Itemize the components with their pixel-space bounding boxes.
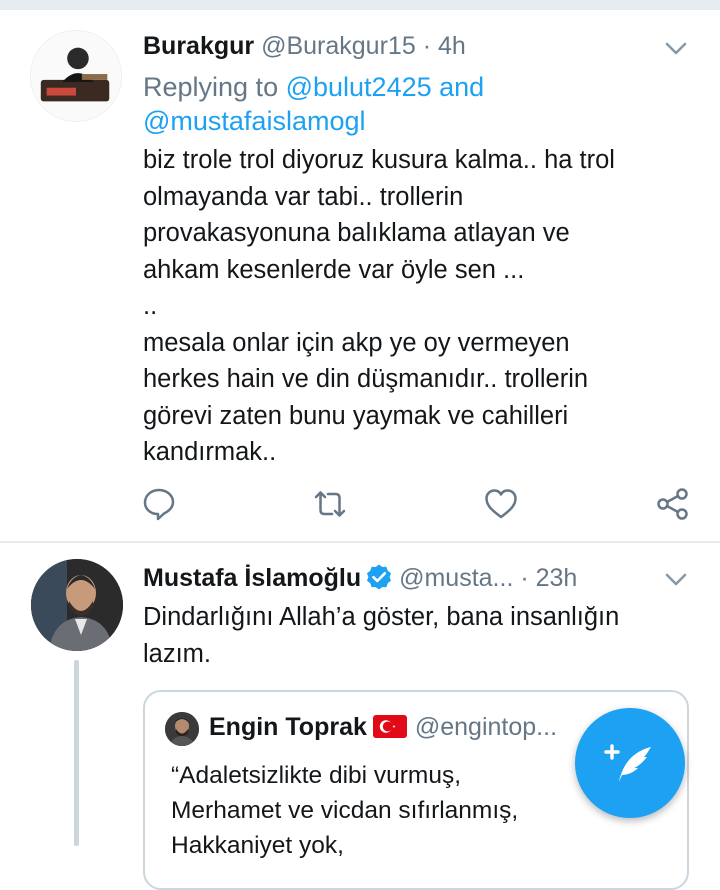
- handle[interactable]: @musta...: [399, 564, 513, 592]
- separator-dot: ·: [422, 32, 432, 60]
- display-name[interactable]: Mustafa İslamoğlu: [143, 564, 361, 592]
- retweet-button[interactable]: [312, 486, 348, 522]
- quoted-tweet-text: “Adaletsizlikte dibi vurmuş, Merhamet ve…: [171, 762, 519, 859]
- timeline-top-divider: [0, 0, 720, 10]
- chevron-down-icon[interactable]: [662, 565, 690, 593]
- display-name[interactable]: Burakgur: [143, 32, 254, 60]
- quoted-tweet-header: Engin Toprak @engintop...: [209, 713, 557, 742]
- verified-badge-icon: [367, 564, 392, 590]
- tweet-burakgur[interactable]: Burakgur @Burakgur15 · 4h Replying to @b…: [0, 10, 720, 540]
- thread-connector-line: [74, 660, 79, 846]
- avatar[interactable]: [31, 559, 123, 651]
- replying-to-label: Replying to: [143, 72, 286, 102]
- compose-tweet-button[interactable]: [575, 708, 685, 818]
- separator-dot: ·: [520, 564, 529, 592]
- handle[interactable]: @Burakgur15: [261, 32, 416, 60]
- quoted-display-name: Engin Toprak: [209, 713, 367, 741]
- reply-button[interactable]: [141, 486, 177, 522]
- tweet-text: Dindarlığını Allah’a göster, bana insanl…: [143, 603, 620, 668]
- avatar-photo: [31, 559, 123, 651]
- tweet-header: Burakgur @Burakgur15 · 4h: [143, 32, 466, 61]
- chevron-down-icon[interactable]: [662, 34, 690, 62]
- tweet-header: Mustafa İslamoğlu @musta... · 23h: [143, 563, 577, 593]
- like-icon: [485, 489, 517, 519]
- tweet-text: biz trole trol diyoruz kusura kalma.. ha…: [143, 146, 615, 466]
- retweet-icon: [314, 491, 346, 517]
- timestamp[interactable]: 4h: [438, 32, 466, 60]
- avatar-photo: [31, 31, 121, 121]
- turkey-flag-icon: [372, 715, 407, 738]
- quoted-handle: @engintop...: [414, 713, 558, 741]
- share-icon: [657, 488, 688, 520]
- avatar[interactable]: [30, 30, 122, 122]
- share-button[interactable]: [655, 486, 691, 522]
- timestamp[interactable]: 23h: [536, 564, 578, 592]
- reply-icon: [143, 488, 175, 521]
- replying-to: Replying to @bulut2425 and @mustafaislam…: [143, 70, 683, 138]
- like-button[interactable]: [483, 486, 519, 522]
- quoted-avatar: [165, 712, 199, 746]
- tweet-actions: [0, 486, 720, 526]
- compose-tweet-icon: [604, 744, 651, 782]
- tweet-divider: [0, 541, 720, 543]
